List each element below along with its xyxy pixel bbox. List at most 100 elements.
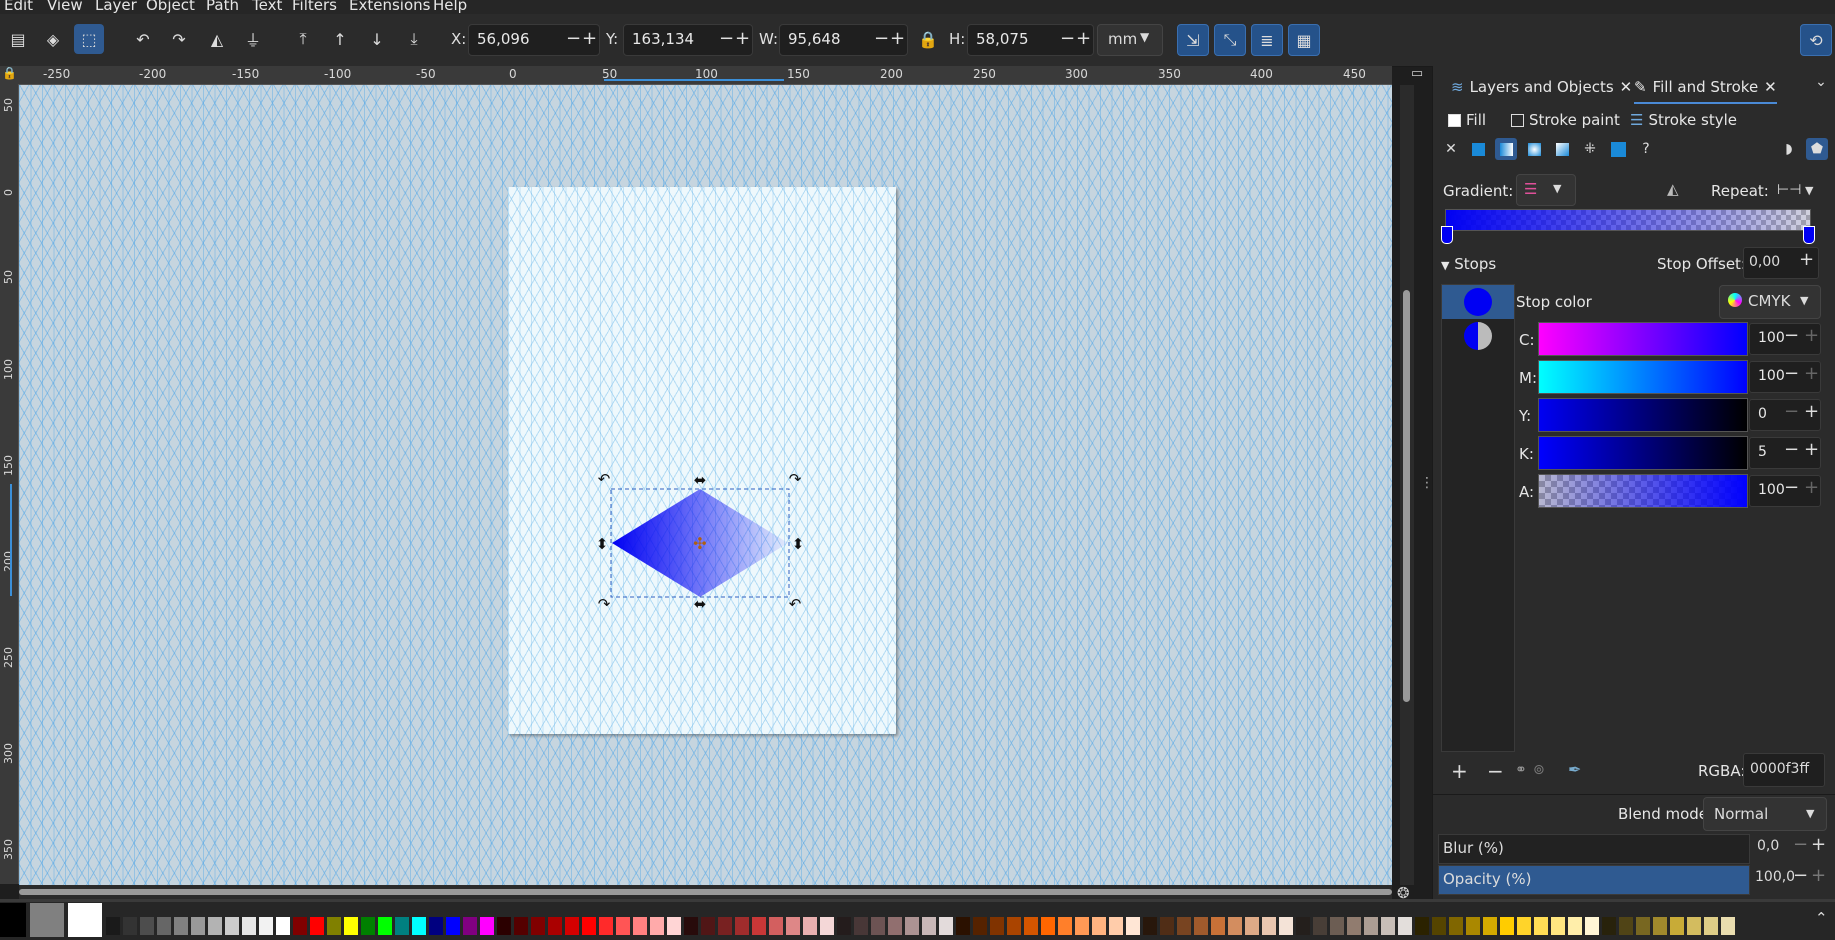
palette-swatch[interactable] [599,917,613,935]
close-icon[interactable]: ✕ [1620,78,1633,96]
palette-swatch[interactable] [956,917,970,935]
gradient-select[interactable]: ☰ ▼ [1516,174,1576,206]
palette-swatch[interactable] [905,917,919,935]
stop-offset-field[interactable]: 0,00 + [1743,247,1819,279]
subtab-stroke-style[interactable]: ☰ Stroke style [1630,111,1737,129]
fill-rule-nonzero-icon[interactable]: ⬟ [1806,138,1828,160]
skew-handle-icon[interactable]: ⬍ [596,535,609,553]
channel-slider-a[interactable] [1538,474,1748,508]
menu-text[interactable]: Text [252,0,282,14]
palette-swatch[interactable] [1619,917,1633,935]
lock-guides-icon[interactable]: 🔒 [2,66,17,80]
h-decrement-icon[interactable]: − [1060,28,1075,49]
w-field[interactable]: 95,648 − + [779,24,908,56]
horizontal-scrollbar[interactable] [19,885,1392,899]
lock-icon[interactable]: 🔒 [913,24,943,54]
palette-swatch[interactable] [1279,917,1293,935]
remove-stop-icon[interactable]: − [1487,759,1504,783]
palette-swatch[interactable] [1177,917,1191,935]
palette-swatch[interactable] [990,917,1004,935]
no-paint-icon[interactable]: ✕ [1440,138,1462,160]
color-managed-icon[interactable]: ⚭ [1515,762,1527,778]
linear-gradient-icon[interactable] [1495,138,1517,160]
palette-swatch[interactable] [1143,917,1157,935]
palette-swatch[interactable] [871,917,885,935]
close-icon[interactable]: ✕ [1764,78,1777,96]
palette-swatch[interactable] [1670,917,1684,935]
palette-swatch[interactable] [463,917,477,935]
palette-swatch[interactable] [1075,917,1089,935]
skew-handle-icon[interactable]: ⬌ [694,595,707,613]
blur-slider[interactable]: Blur (%) [1438,834,1750,864]
palette-swatch[interactable] [395,917,409,935]
add-stop-icon[interactable]: + [1451,759,1468,783]
palette-swatch[interactable] [1296,917,1310,935]
raise-to-top-icon[interactable]: ⤒ [288,24,318,54]
palette-swatch[interactable] [106,917,120,935]
palette-swatch[interactable] [514,917,528,935]
palette-swatch[interactable] [803,917,817,935]
palette-swatch[interactable] [1449,917,1463,935]
channel-field[interactable]: 5 − + [1749,437,1821,469]
palette-swatch[interactable] [1262,917,1276,935]
palette-swatch[interactable] [378,917,392,935]
palette-swatch[interactable] [1636,917,1650,935]
channel-slider-c[interactable] [1538,322,1748,356]
menu-layer[interactable]: Layer [95,0,137,14]
palette-swatch[interactable] [1721,917,1735,935]
skew-handle-icon[interactable]: ⬍ [792,535,805,553]
subtab-stroke-paint[interactable]: Stroke paint [1511,111,1620,129]
swatch-icon[interactable] [1607,138,1629,160]
palette-swatch[interactable] [922,917,936,935]
unset-paint-icon[interactable]: ? [1635,138,1657,160]
y-field[interactable]: 163,134 − + [623,24,753,56]
palette-swatch[interactable] [650,917,664,935]
palette-swatch[interactable] [68,903,102,937]
palette-swatch[interactable] [310,917,324,935]
palette-swatch[interactable] [1568,917,1582,935]
palette-swatch[interactable] [1041,917,1055,935]
palette-swatch[interactable] [1228,917,1242,935]
palette-swatch[interactable] [1330,917,1344,935]
palette-swatch[interactable] [140,917,154,935]
palette-swatch[interactable] [1160,917,1174,935]
palette-swatch[interactable] [1517,917,1531,935]
channel-slider-m[interactable] [1538,360,1748,394]
channel-slider-y[interactable] [1538,398,1748,432]
increment-icon[interactable]: + [1804,477,1819,498]
gradient-stop-handle[interactable] [1803,226,1815,244]
increment-icon[interactable]: + [1804,439,1819,460]
w-decrement-icon[interactable]: − [874,28,889,49]
chevron-down-icon[interactable]: ▼ [1805,184,1813,197]
h-field[interactable]: 58,075 − + [967,24,1094,56]
skew-handle-icon[interactable]: ⬌ [694,471,707,489]
select-all-icon[interactable]: ▤ [3,24,33,54]
opacity-slider[interactable]: Opacity (%) [1438,865,1750,895]
decrement-icon[interactable]: − [1784,439,1799,460]
opacity-field[interactable]: 100,0 − + [1751,865,1829,893]
palette-swatch[interactable] [1704,917,1718,935]
palette-swatch[interactable] [30,903,64,937]
palette-swatch[interactable] [361,917,375,935]
palette-swatch[interactable] [837,917,851,935]
increment-icon[interactable]: + [1804,401,1819,422]
x-decrement-icon[interactable]: − [566,28,581,49]
palette-swatch[interactable] [1364,917,1378,935]
select-all-layers-icon[interactable]: ◈ [38,24,68,54]
channel-field[interactable]: 100 − + [1749,323,1821,355]
decrement-icon[interactable]: − [1784,477,1799,498]
menu-extensions[interactable]: Extensions [349,0,430,14]
palette-swatch[interactable] [1551,917,1565,935]
palette-swatch[interactable] [1432,917,1446,935]
palette-swatch[interactable] [1058,917,1072,935]
palette-swatch[interactable] [208,917,222,935]
palette-swatch[interactable] [446,917,460,935]
palette-swatch[interactable] [225,917,239,935]
palette-swatch[interactable] [565,917,579,935]
subtab-fill[interactable]: Fill [1448,111,1486,129]
palette-swatch[interactable] [1126,917,1140,935]
rotate-handle-icon[interactable]: ↷ [598,595,611,613]
scale-stroke-icon[interactable]: ⇲ [1177,24,1209,56]
palette-swatch[interactable] [1024,917,1038,935]
palette-swatch[interactable] [327,917,341,935]
